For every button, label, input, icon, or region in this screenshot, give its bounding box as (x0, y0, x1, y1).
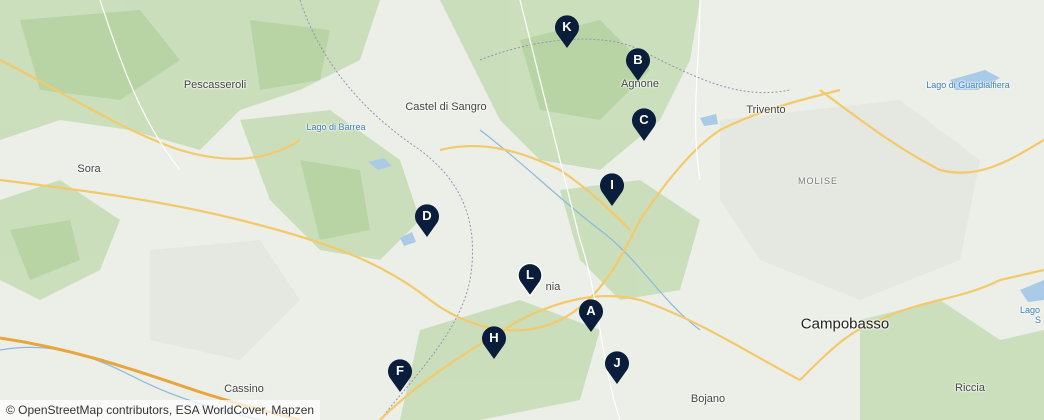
place-label-lago-di-guardialfiera: Lago di Guardialfiera (926, 80, 1010, 90)
map-marker-h[interactable]: H (481, 326, 507, 360)
place-label-bojano: Bojano (690, 393, 726, 405)
place-label-molise: MOLISE (797, 176, 839, 186)
marker-label: D (422, 208, 432, 223)
marker-label: L (526, 267, 534, 282)
map-marker-c[interactable]: C (631, 108, 657, 142)
map-view[interactable]: Pescasseroli Castel di Sangro Lago di Ba… (0, 0, 1044, 420)
marker-label: I (610, 177, 614, 192)
map-attribution[interactable]: © OpenStreetMap contributors, ESA WorldC… (0, 400, 321, 420)
place-label-castel-di-sangro: Castel di Sangro (405, 101, 487, 113)
marker-label: J (613, 355, 621, 370)
map-marker-b[interactable]: B (625, 48, 651, 82)
map-marker-j[interactable]: J (604, 351, 630, 385)
map-marker-a[interactable]: A (578, 299, 604, 333)
place-label-lago-di-barrea: Lago di Barrea (306, 122, 366, 132)
map-base (0, 0, 1044, 420)
place-label-riccia: Riccia (955, 382, 985, 394)
map-marker-l[interactable]: L (517, 263, 543, 297)
marker-label: A (586, 303, 596, 318)
place-label-sora: Sora (77, 163, 101, 175)
marker-label: B (633, 52, 643, 67)
place-label-lago-partial: Lago (1019, 305, 1041, 315)
place-label-campobasso: Campobasso (800, 315, 890, 333)
place-label-cassino: Cassino (224, 383, 264, 395)
marker-label: F (396, 363, 404, 378)
marker-label: K (562, 19, 572, 34)
map-marker-k[interactable]: K (554, 15, 580, 49)
marker-label: H (489, 330, 499, 345)
map-marker-d[interactable]: D (414, 204, 440, 238)
map-marker-f[interactable]: F (387, 359, 413, 393)
place-label-trivento: Trivento (746, 104, 786, 116)
place-label-lago-partial-2: S (1034, 315, 1042, 325)
place-label-isernia-partial: nia (545, 281, 561, 293)
place-label-pescasseroli: Pescasseroli (183, 79, 247, 91)
map-marker-i[interactable]: I (599, 173, 625, 207)
marker-label: C (639, 112, 649, 127)
